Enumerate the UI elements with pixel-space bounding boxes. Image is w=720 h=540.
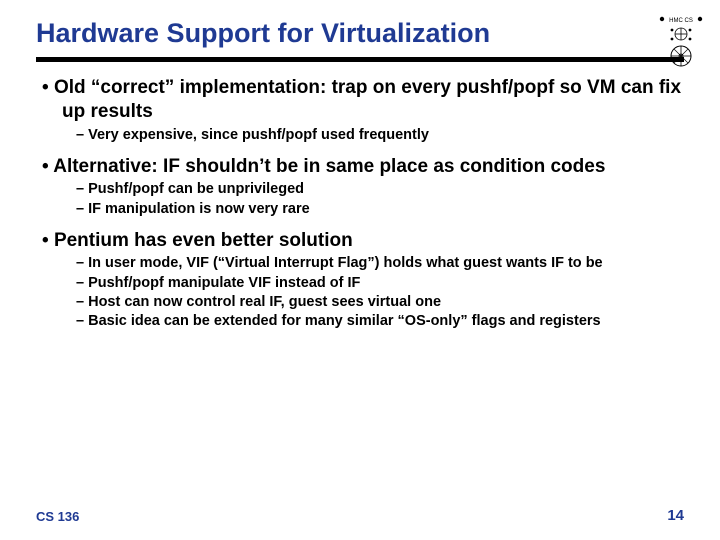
bullet-level2: Host can now control real IF, guest sees… bbox=[76, 293, 684, 311]
footer-page-number: 14 bbox=[667, 507, 684, 524]
title-rule bbox=[36, 57, 684, 62]
slide: HMC CS Hardware Support for Virtualizati… bbox=[0, 0, 720, 540]
hmc-cs-logo: HMC CS bbox=[656, 12, 706, 72]
bullet-level2: Very expensive, since pushf/popf used fr… bbox=[76, 126, 684, 144]
footer-course: CS 136 bbox=[36, 509, 79, 524]
bullet-level2: IF manipulation is now very rare bbox=[76, 200, 684, 218]
bullet-level1: Alternative: IF shouldn’t be in same pla… bbox=[42, 155, 684, 179]
bullet-level1: Old “correct” implementation: trap on ev… bbox=[42, 76, 684, 124]
slide-title: Hardware Support for Virtualization bbox=[36, 18, 684, 49]
bullet-level2: Pushf/popf manipulate VIF instead of IF bbox=[76, 274, 684, 292]
svg-text:HMC CS: HMC CS bbox=[669, 18, 693, 24]
bullet-level1: Pentium has even better solution bbox=[42, 229, 684, 253]
bullet-level2: In user mode, VIF (“Virtual Interrupt Fl… bbox=[76, 254, 684, 272]
bullet-level2: Basic idea can be extended for many simi… bbox=[76, 312, 684, 330]
slide-body: Old “correct” implementation: trap on ev… bbox=[36, 76, 684, 330]
bullet-level2: Pushf/popf can be unprivileged bbox=[76, 180, 684, 198]
